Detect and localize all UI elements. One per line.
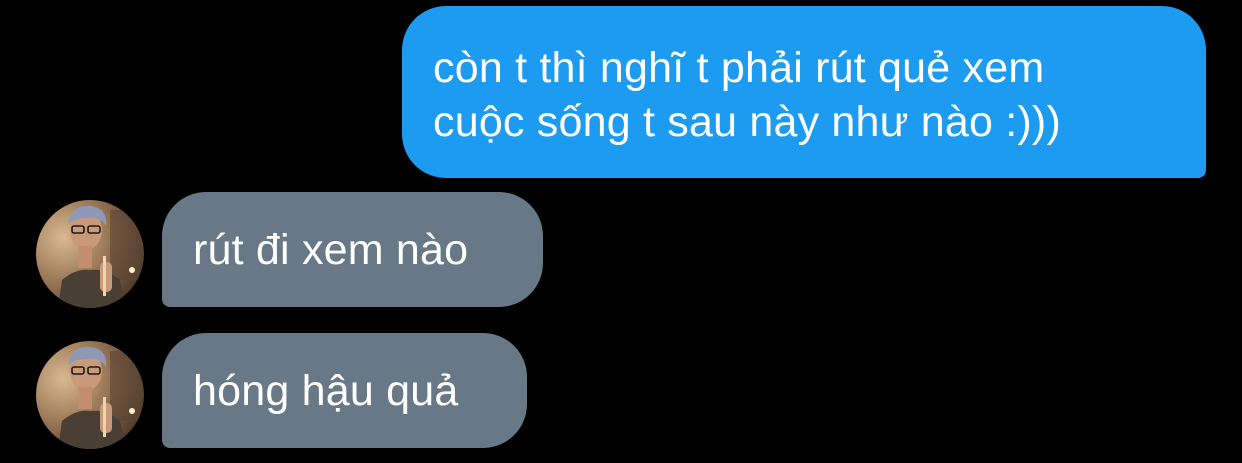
avatar[interactable] bbox=[36, 341, 144, 449]
message-text-line: cuộc sống t sau này như nào :))) bbox=[433, 98, 1061, 146]
user-avatar-photo-icon bbox=[36, 341, 144, 449]
outgoing-message-bubble[interactable]: còn t thì nghĩ t phải rút quẻ xem cuộc s… bbox=[402, 6, 1206, 178]
incoming-message-bubble[interactable]: rút đi xem nào bbox=[162, 192, 543, 307]
message-text-line: còn t thì nghĩ t phải rút quẻ xem bbox=[433, 44, 1045, 92]
message-text: hóng hậu quả bbox=[193, 366, 459, 415]
avatar[interactable] bbox=[36, 200, 144, 308]
incoming-message-bubble[interactable]: hóng hậu quả bbox=[162, 333, 527, 448]
message-text: rút đi xem nào bbox=[193, 225, 469, 274]
user-avatar-photo-icon bbox=[36, 200, 144, 308]
